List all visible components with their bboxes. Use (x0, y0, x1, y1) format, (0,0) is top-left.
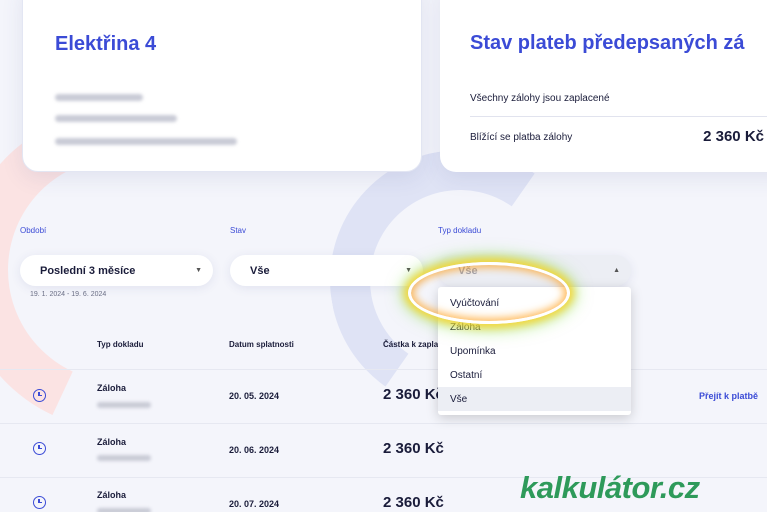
blurred-document-number (97, 455, 151, 461)
blurred-address-line (55, 138, 237, 145)
table-divider (0, 423, 767, 424)
column-header-amount: Částka k zapla (383, 340, 439, 349)
status-filter-label: Stav (230, 226, 247, 235)
period-select-value: Poslední 3 měsíce (40, 264, 136, 277)
dropdown-option-vse[interactable]: Vše (438, 387, 631, 411)
blurred-address-line (55, 115, 177, 122)
row-amount: 2 360 Kč (383, 386, 444, 403)
dropdown-option-ostatni[interactable]: Ostatní (438, 363, 631, 387)
meter-card: Elektřina 4 (22, 0, 422, 172)
blurred-document-number (97, 508, 151, 512)
status-divider (470, 116, 767, 117)
row-type: Záloha (97, 437, 127, 447)
type-filter-label: Typ dokladu (438, 226, 482, 235)
blurred-document-number (97, 402, 151, 408)
caret-down-icon: ▼ (195, 267, 202, 274)
period-filter-label: Období (20, 226, 47, 235)
clock-icon (33, 496, 46, 509)
period-select[interactable]: Poslední 3 měsíce ▼ (20, 255, 213, 286)
row-amount: 2 360 Kč (383, 440, 444, 457)
blurred-address-line (55, 94, 143, 101)
row-type: Záloha (97, 490, 127, 500)
kalkulator-logo: kalkulátor.cz (520, 470, 700, 506)
caret-up-icon: ▲ (613, 267, 620, 274)
status-select-value: Vše (250, 264, 270, 277)
status-select[interactable]: Vše ▼ (230, 255, 423, 286)
column-header-due-date: Datum splatnosti (229, 340, 294, 349)
dropdown-option-upominka[interactable]: Upomínka (438, 339, 631, 363)
clock-icon (33, 442, 46, 455)
all-paid-status: Všechny zálohy jsou zaplacené (470, 93, 610, 104)
payments-status-card: Stav plateb předepsaných zá Všechny zálo… (440, 0, 767, 172)
period-date-range: 19. 1. 2024 - 19. 6. 2024 (30, 291, 107, 298)
meter-title: Elektřina 4 (55, 33, 157, 55)
upcoming-payment-label: Blížící se platba zálohy (470, 132, 573, 143)
caret-down-icon: ▼ (405, 267, 412, 274)
table-divider (0, 369, 767, 370)
go-to-payment-link[interactable]: Přejít k platbě (699, 391, 758, 401)
column-header-type: Typ dokladu (97, 340, 144, 349)
watermark-text: kalkulátor.cz (520, 470, 700, 505)
upcoming-payment-amount: 2 360 Kč (703, 128, 764, 145)
row-due-date: 20. 07. 2024 (229, 499, 280, 509)
row-amount: 2 360 Kč (383, 494, 444, 511)
clock-icon (33, 389, 46, 402)
payments-status-title: Stav plateb předepsaných zá (470, 32, 745, 54)
row-due-date: 20. 06. 2024 (229, 445, 280, 455)
row-type: Záloha (97, 383, 127, 393)
row-due-date: 20. 05. 2024 (229, 391, 280, 401)
highlight-ring (408, 262, 570, 324)
